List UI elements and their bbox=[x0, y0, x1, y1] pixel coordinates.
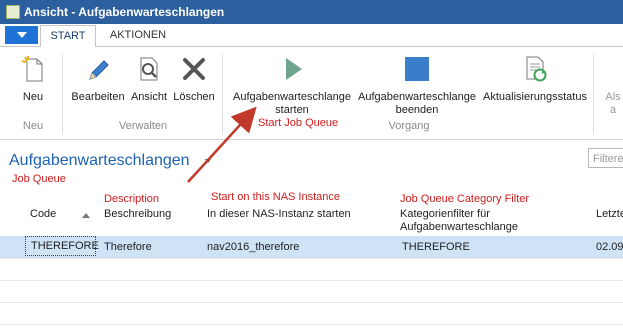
loeschen-button[interactable]: Löschen bbox=[170, 47, 218, 119]
column-header-nas-instanz[interactable]: In dieser NAS-Instanz starten bbox=[207, 208, 351, 221]
loeschen-label: Löschen bbox=[173, 91, 215, 103]
cell-code[interactable]: THEREFORE bbox=[25, 236, 99, 256]
aufgabenwarteschlange-beenden-button[interactable]: Aufgabenwarteschlange beenden bbox=[354, 47, 480, 119]
als-label: Als a bbox=[598, 91, 623, 117]
annotation-category-filter: Job Queue Category Filter bbox=[400, 193, 530, 205]
cell-letzte[interactable]: 02.09 bbox=[596, 241, 623, 253]
tab-aktionen[interactable]: AKTIONEN bbox=[102, 25, 174, 46]
grid-line bbox=[0, 302, 623, 303]
filter-input[interactable]: Filtere bbox=[588, 148, 623, 168]
new-document-icon bbox=[21, 56, 43, 82]
ribbon-separator bbox=[222, 54, 223, 134]
app-menu-button[interactable] bbox=[5, 26, 38, 44]
dropdown-arrow-icon bbox=[17, 32, 27, 38]
bearbeiten-label: Bearbeiten bbox=[71, 91, 125, 103]
annotation-job-queue: Job Queue bbox=[12, 173, 66, 185]
beenden-label-line1: Aufgabenwarteschlange bbox=[357, 91, 477, 103]
cell-nas-instanz[interactable]: nav2016_therefore bbox=[207, 241, 299, 253]
magnifier-document-icon bbox=[140, 57, 158, 81]
tab-start[interactable]: START bbox=[40, 25, 96, 48]
grid-line bbox=[0, 258, 623, 259]
sort-ascending-icon bbox=[82, 213, 90, 218]
refresh-document-icon bbox=[526, 56, 547, 82]
column-header-beschreibung[interactable]: Beschreibung bbox=[104, 208, 171, 221]
grid-line bbox=[0, 280, 623, 281]
beenden-label: Aufgabenwarteschlange beenden bbox=[354, 91, 480, 117]
aufgabenwarteschlange-starten-button[interactable]: Aufgabenwarteschlange starten bbox=[228, 47, 356, 119]
aktualisierungsstatus-button[interactable]: Aktualisierungsstatus bbox=[480, 47, 590, 119]
annotation-start-job-queue: Start Job Queue bbox=[258, 117, 339, 129]
als-label-line2: a bbox=[609, 104, 617, 116]
page-title[interactable]: Aufgabenwarteschlangen bbox=[9, 152, 190, 170]
column-header-code[interactable]: Code bbox=[30, 208, 56, 221]
neu-label: Neu bbox=[22, 91, 44, 103]
group-label-neu: Neu bbox=[22, 120, 44, 132]
window-title: Ansicht - Aufgabenwarteschlangen bbox=[24, 5, 225, 19]
stop-icon bbox=[405, 57, 429, 81]
annotation-description: Description bbox=[104, 193, 160, 205]
pencil-icon bbox=[89, 60, 109, 80]
ansicht-label: Ansicht bbox=[130, 91, 168, 103]
cell-beschreibung[interactable]: Therefore bbox=[104, 241, 152, 253]
grid-line bbox=[0, 324, 623, 325]
starten-label-line1: Aufgabenwarteschlange bbox=[232, 91, 352, 103]
group-label-verwalten: Verwalten bbox=[118, 120, 168, 132]
kategorienfilter-line2: Aufgabenwarteschlange bbox=[400, 221, 519, 233]
starten-label: Aufgabenwarteschlange starten bbox=[228, 91, 356, 117]
delete-x-icon bbox=[183, 58, 205, 80]
ribbon-separator bbox=[62, 54, 63, 134]
app-icon bbox=[6, 5, 20, 19]
column-header-letzte[interactable]: Letzte bbox=[596, 208, 623, 221]
beenden-label-line2: beenden bbox=[395, 104, 439, 116]
starten-label-line2: starten bbox=[275, 104, 309, 116]
ribbon-separator bbox=[593, 54, 594, 134]
bearbeiten-button[interactable]: Bearbeiten bbox=[68, 47, 128, 119]
kategorienfilter-line1: Kategorienfilter für bbox=[400, 208, 490, 220]
play-icon bbox=[286, 58, 302, 80]
aktualisierungsstatus-label: Aktualisierungsstatus bbox=[483, 91, 587, 103]
neu-button[interactable]: Neu bbox=[10, 47, 56, 119]
chevron-down-icon[interactable] bbox=[205, 159, 211, 163]
window-titlebar: Ansicht - Aufgabenwarteschlangen bbox=[0, 0, 623, 24]
ansicht-button[interactable]: Ansicht bbox=[128, 47, 170, 119]
column-header-kategorienfilter[interactable]: Kategorienfilter für Aufgabenwarteschlan… bbox=[400, 208, 518, 234]
als-label-line1: Als bbox=[605, 91, 621, 103]
cell-kategorienfilter[interactable]: THEREFORE bbox=[402, 241, 470, 253]
als-button[interactable]: Als a bbox=[598, 47, 623, 119]
annotation-start-nas: Start on this NAS Instance bbox=[211, 191, 341, 203]
